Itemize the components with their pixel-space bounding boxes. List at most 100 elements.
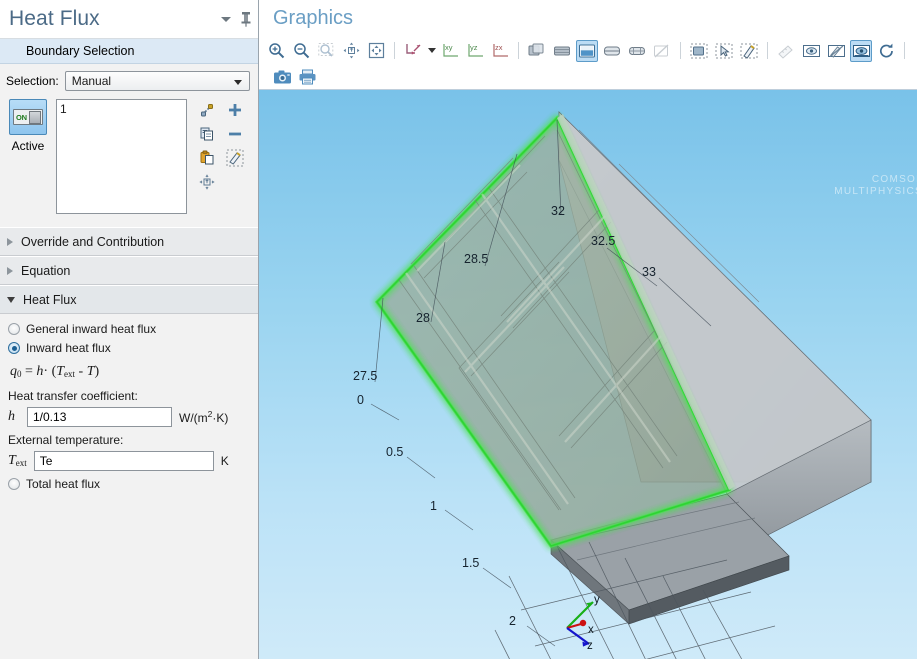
list-item[interactable]: 1 — [60, 102, 183, 116]
selection-tools — [193, 99, 245, 214]
external-temperature-input[interactable] — [33, 451, 214, 471]
dimension-label: 2 — [509, 614, 516, 628]
view-zx-icon[interactable]: zx — [489, 40, 511, 62]
orthographic-projection-icon[interactable] — [601, 40, 623, 62]
external-temperature-symbol-sub: ext — [15, 458, 27, 468]
active-toggle-group: ON Active — [6, 99, 50, 214]
selection-row: Selection: Manual — [0, 64, 258, 96]
show-all-icon[interactable] — [800, 40, 822, 62]
view-xy-icon[interactable]: xy — [439, 40, 461, 62]
graphics-title: Graphics — [273, 7, 354, 29]
active-toggle-track: ON — [13, 109, 43, 125]
radio-label: Total heat flux — [26, 477, 101, 491]
equation-lhs: q — [10, 364, 17, 379]
rotation-axis-icon[interactable] — [402, 40, 424, 62]
boundary-selection-body: Selection: Manual ON Active 1 — [0, 64, 258, 214]
equation-equals: = — [25, 364, 33, 379]
remove-icon[interactable] — [225, 124, 245, 144]
selection-list[interactable]: 1 — [56, 99, 187, 214]
section-heat-flux[interactable]: Heat Flux — [0, 285, 258, 314]
hide-geometry-icon[interactable] — [651, 40, 673, 62]
radio-inward-heat-flux[interactable]: Inward heat flux — [8, 341, 250, 355]
measure-icon[interactable] — [775, 40, 797, 62]
chevron-down-icon — [234, 80, 242, 85]
external-temperature-symbol: Text — [8, 453, 27, 468]
select-box-icon[interactable] — [713, 40, 735, 62]
transparency-icon[interactable] — [526, 40, 548, 62]
deselect-all-icon[interactable] — [738, 40, 760, 62]
zoom-extents-icon[interactable] — [365, 40, 387, 62]
paste-icon[interactable] — [197, 148, 217, 168]
external-temperature-row: Text K — [8, 451, 250, 471]
graphics-pane: Graphics xy yz zx 32 32.5 33 28.5 28 27.… — [259, 0, 917, 659]
htc-label: Heat transfer coefficient: — [8, 389, 138, 403]
toolbar-separator — [904, 42, 905, 59]
equation-dot: · — [43, 364, 49, 379]
view-settings-icon[interactable] — [850, 39, 872, 62]
view-yz-icon[interactable]: yz — [464, 40, 486, 62]
equation-text: T — [56, 364, 65, 379]
scene-light-icon[interactable] — [576, 39, 598, 62]
dimension-label: 28.5 — [464, 252, 489, 266]
page-title: Heat Flux — [9, 7, 100, 30]
zoom-box-icon[interactable] — [315, 40, 337, 62]
print-icon[interactable] — [296, 66, 318, 88]
graphics-toolbar-row1: xy yz zx — [259, 37, 917, 64]
graphics-canvas[interactable]: 32 32.5 33 28.5 28 27.5 0 0.5 1 1.5 2 CO… — [259, 90, 917, 659]
zoom-in-icon[interactable] — [265, 40, 287, 62]
radio-indicator — [8, 478, 20, 490]
reset-view-icon[interactable] — [875, 40, 897, 62]
radio-general-inward-heat-flux[interactable]: General inward heat flux — [8, 322, 250, 336]
htc-row: h W/(m2·K) — [8, 407, 250, 427]
image-snapshot-icon[interactable] — [271, 66, 293, 88]
equation-paren-close: ) — [94, 364, 100, 379]
selection-label: Selection: — [6, 74, 59, 88]
chevron-right-icon — [7, 266, 13, 275]
selection-dropdown[interactable]: Manual — [64, 71, 250, 91]
axis-triad: y x z — [549, 588, 619, 656]
selection-area: ON Active 1 — [0, 96, 258, 214]
radio-label: Inward heat flux — [26, 341, 111, 355]
radio-indicator — [8, 342, 20, 354]
perspective-projection-icon[interactable] — [626, 40, 648, 62]
toolbar-separator — [767, 42, 768, 59]
chevron-right-icon — [7, 237, 13, 246]
axis-label-z: z — [587, 640, 593, 652]
zoom-to-selection-icon[interactable] — [340, 40, 362, 62]
dimension-label: 27.5 — [353, 369, 378, 383]
select-all-icon[interactable] — [688, 40, 710, 62]
dimension-label: 1 — [430, 499, 437, 513]
equation-minus: - — [78, 364, 84, 379]
copy-icon[interactable] — [197, 124, 217, 144]
selection-dropdown-value: Manual — [71, 74, 112, 88]
section-equation[interactable]: Equation — [0, 256, 258, 285]
htc-symbol: h — [8, 409, 15, 424]
hide-selected-icon[interactable] — [825, 40, 847, 62]
chevron-down-icon[interactable] — [221, 16, 231, 22]
htc-input[interactable] — [27, 407, 172, 427]
sections-container: Override and Contribution Equation Heat … — [0, 227, 258, 314]
heat-flux-body: General inward heat flux Inward heat flu… — [0, 314, 258, 491]
rotation-axis-dropdown-icon[interactable] — [428, 48, 436, 53]
link-icon[interactable] — [197, 100, 217, 120]
radio-total-heat-flux[interactable]: Total heat flux — [8, 477, 250, 491]
section-label: Equation — [21, 263, 71, 278]
active-toggle-button[interactable]: ON — [9, 99, 47, 135]
active-toggle-knob — [28, 110, 41, 124]
section-override-and-contribution[interactable]: Override and Contribution — [0, 227, 258, 256]
dimension-label: 0 — [357, 393, 364, 407]
dimension-label: 32 — [551, 204, 565, 218]
add-icon[interactable] — [225, 100, 245, 120]
graphics-header: Graphics — [259, 0, 917, 37]
selection-tools-left — [197, 100, 217, 214]
heat-flux-equation: q0 = h· (Text - T) — [8, 360, 250, 387]
clear-selection-icon[interactable] — [225, 148, 245, 168]
boundary-selection-header: Boundary Selection — [0, 39, 258, 64]
pin-icon[interactable] — [240, 11, 252, 27]
zoom-out-icon[interactable] — [290, 40, 312, 62]
equation-lhs-sub: 0 — [17, 369, 22, 379]
zoom-to-selection-icon[interactable] — [197, 172, 217, 192]
toolbar-separator — [680, 42, 681, 59]
wireframe-rendering-icon[interactable] — [551, 40, 573, 62]
svg-text:xy: xy — [445, 43, 453, 52]
